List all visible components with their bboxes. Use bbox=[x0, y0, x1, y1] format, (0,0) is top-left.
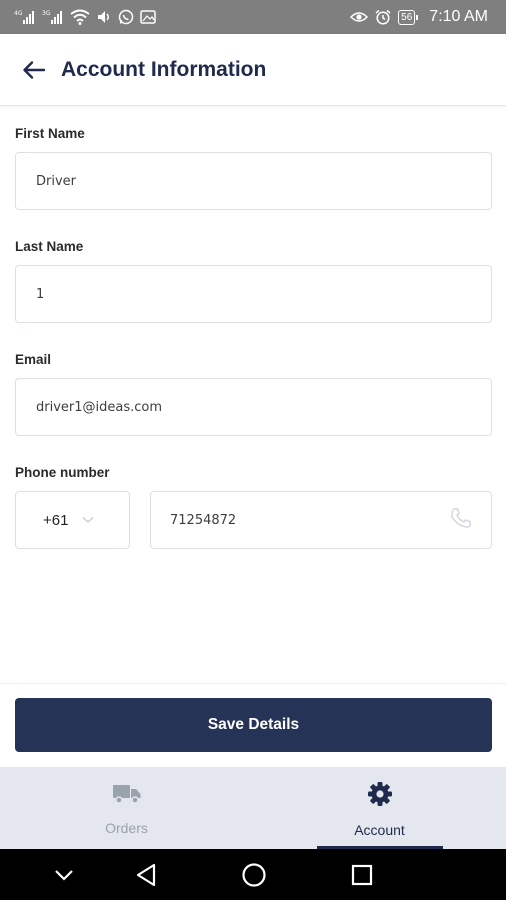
signal-3g-icon: 3G bbox=[42, 9, 64, 25]
phone-value: 71254872 bbox=[170, 512, 237, 528]
last-name-value: 1 bbox=[36, 286, 45, 302]
nav-back-button[interactable] bbox=[128, 849, 164, 900]
battery-level: 56 bbox=[401, 11, 413, 23]
email-label: Email bbox=[15, 352, 52, 367]
status-right-icons: 56 7:10 AM bbox=[350, 8, 488, 26]
first-name-value: Driver bbox=[36, 173, 77, 189]
bottom-tab-bar: Orders Account bbox=[0, 767, 506, 849]
tab-account-label: Account bbox=[354, 822, 405, 838]
back-button[interactable] bbox=[20, 56, 48, 84]
whatsapp-icon bbox=[118, 9, 134, 25]
email-field[interactable]: driver1@ideas.com bbox=[15, 378, 492, 436]
truck-icon bbox=[112, 781, 142, 810]
system-nav-bar bbox=[0, 849, 506, 900]
phone-label: Phone number bbox=[15, 465, 110, 480]
last-name-field[interactable]: 1 bbox=[15, 265, 492, 323]
country-code-select[interactable]: +61 bbox=[15, 491, 130, 549]
nav-home-button[interactable] bbox=[236, 849, 272, 900]
alarm-icon bbox=[374, 9, 392, 25]
svg-text:4G: 4G bbox=[14, 10, 23, 17]
gear-icon bbox=[367, 781, 393, 812]
gallery-icon bbox=[140, 9, 156, 25]
nav-recents-button[interactable] bbox=[344, 849, 380, 900]
chevron-down-icon bbox=[55, 869, 73, 881]
square-recents-icon bbox=[351, 864, 373, 885]
chevron-down-icon bbox=[82, 516, 94, 524]
nav-collapse-button[interactable] bbox=[48, 849, 80, 900]
app-header: Account Information bbox=[0, 34, 506, 106]
signal-4g-icon: 4G bbox=[14, 9, 36, 25]
eye-icon bbox=[350, 9, 369, 25]
triangle-back-icon bbox=[136, 863, 156, 886]
volume-icon bbox=[96, 9, 112, 25]
status-time: 7:10 AM bbox=[429, 8, 488, 25]
tab-account[interactable]: Account bbox=[253, 767, 506, 849]
battery-icon: 56 bbox=[398, 9, 419, 25]
phone-field[interactable]: 71254872 bbox=[150, 491, 492, 549]
footer-divider bbox=[0, 683, 506, 684]
phone-icon bbox=[449, 506, 473, 534]
save-details-button[interactable]: Save Details bbox=[15, 698, 492, 752]
status-bar: 4G 3G 56 7:10 AM bbox=[0, 0, 506, 34]
page-title: Account Information bbox=[61, 57, 267, 81]
last-name-label: Last Name bbox=[15, 239, 84, 254]
wifi-icon bbox=[70, 9, 90, 25]
country-code-value: +61 bbox=[43, 511, 69, 529]
status-left-icons: 4G 3G bbox=[14, 9, 156, 25]
email-value: driver1@ideas.com bbox=[36, 399, 163, 415]
tab-orders[interactable]: Orders bbox=[0, 767, 253, 849]
tab-orders-label: Orders bbox=[105, 820, 148, 836]
circle-home-icon bbox=[242, 862, 266, 887]
svg-text:3G: 3G bbox=[42, 10, 51, 17]
back-arrow-icon bbox=[23, 60, 46, 79]
first-name-label: First Name bbox=[15, 126, 85, 141]
first-name-field[interactable]: Driver bbox=[15, 152, 492, 210]
